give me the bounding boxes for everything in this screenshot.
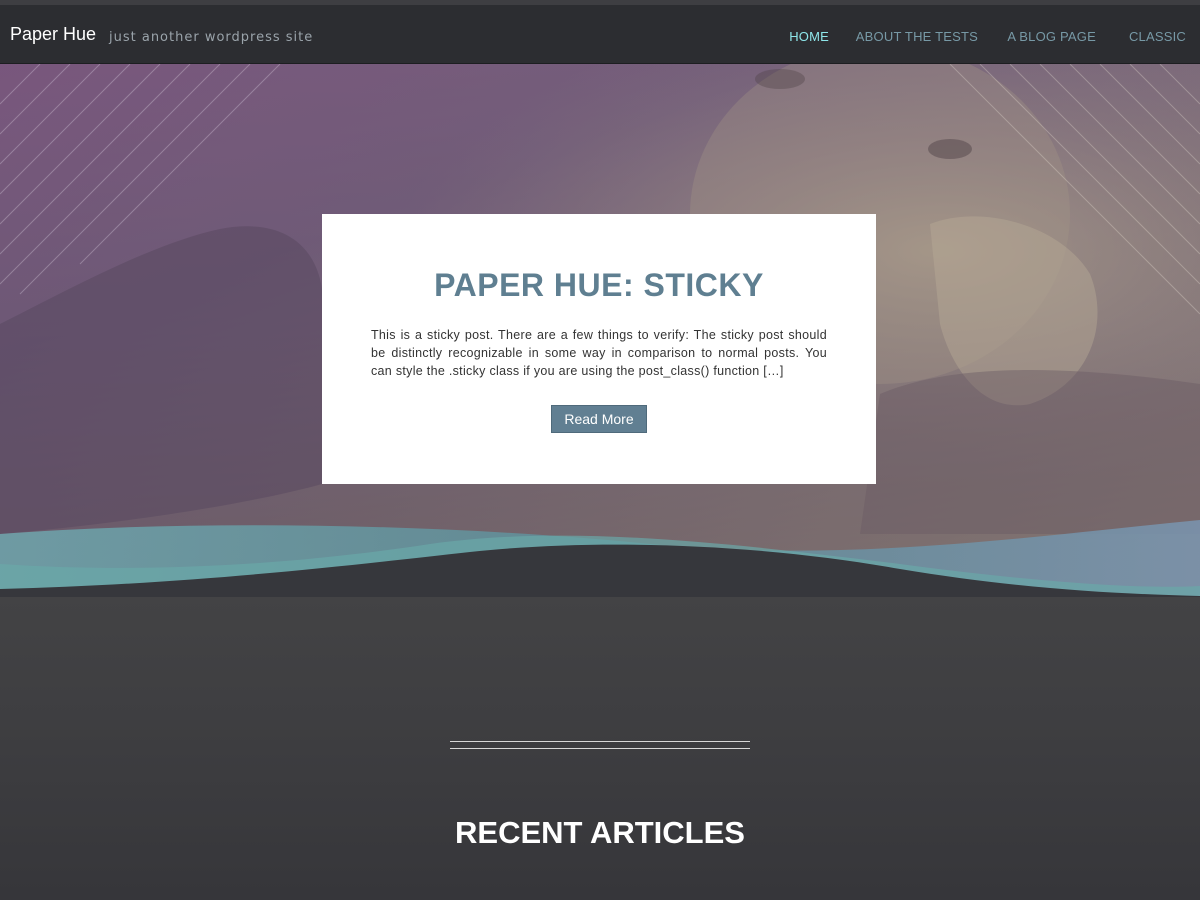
site-header: Paper Hue just another wordpress site HO… (0, 5, 1200, 64)
nav-item-classic[interactable]: CLASSIC (1129, 29, 1186, 44)
featured-post-title[interactable]: PAPER HUE: STICKY (322, 267, 876, 304)
site-tagline: just another wordpress site (109, 30, 314, 45)
nav-item-about-the-tests[interactable]: ABOUT THE TESTS (856, 29, 978, 44)
read-more-button[interactable]: Read More (551, 405, 647, 433)
featured-post-card: PAPER HUE: STICKY This is a sticky post.… (322, 214, 876, 484)
recent-articles-heading: RECENT ARTICLES (455, 815, 745, 850)
site-title[interactable]: Paper Hue (10, 24, 96, 45)
nav-item-a-blog-page[interactable]: A BLOG PAGE (1007, 29, 1096, 44)
featured-post-excerpt: This is a sticky post. There are a few t… (371, 328, 827, 378)
section-divider-bottom (450, 748, 750, 749)
nav-item-home[interactable]: HOME (789, 29, 829, 44)
section-divider-top (450, 741, 750, 742)
hero-banner: PAPER HUE: STICKY This is a sticky post.… (0, 64, 1200, 597)
recent-articles-section: RECENT ARTICLES (0, 597, 1200, 900)
